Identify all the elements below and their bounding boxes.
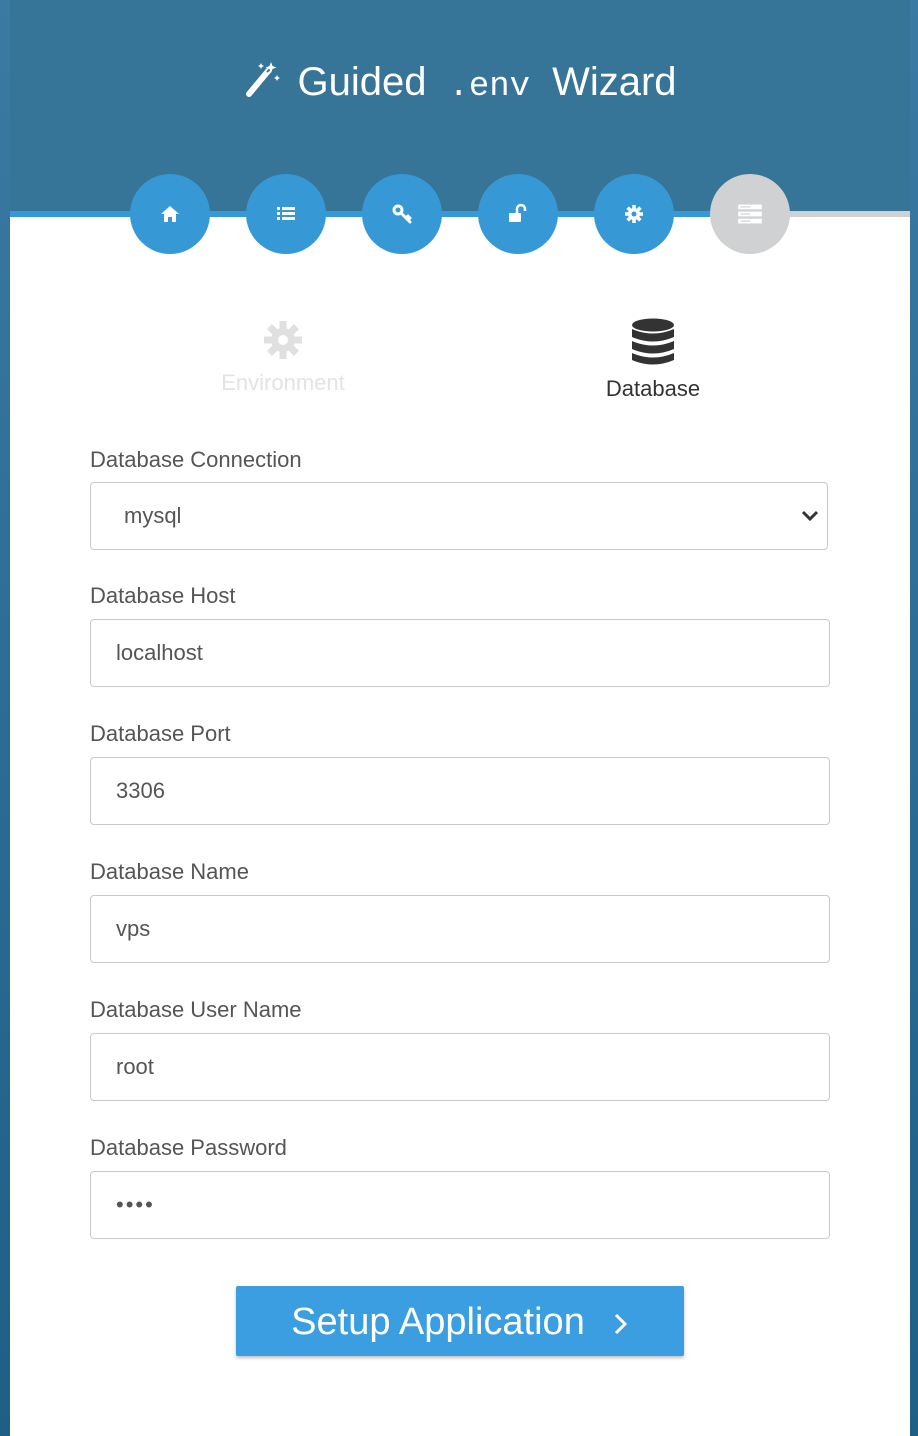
chevron-right-icon: [614, 1313, 627, 1335]
setup-application-button[interactable]: Setup Application: [236, 1286, 684, 1356]
connection-value: mysql: [124, 503, 182, 528]
tab-environment[interactable]: Environment: [153, 318, 413, 398]
step-database[interactable]: [710, 174, 790, 254]
tab-database[interactable]: Database: [523, 318, 783, 404]
step-requirements[interactable]: [246, 174, 326, 254]
dbname-value: vps: [116, 916, 151, 941]
wizard-title: Guided .env Wizard: [10, 58, 910, 111]
gear-icon: [264, 321, 302, 359]
title-env: .env: [448, 68, 531, 106]
title-wizard: Wizard: [552, 60, 677, 104]
magic-wand-icon: [246, 62, 281, 97]
wizard-card: Guided .env Wizard Environment Database …: [10, 0, 910, 1436]
dbname-input[interactable]: vps: [90, 895, 830, 963]
password-value: ••••: [116, 1192, 155, 1217]
step-settings[interactable]: [594, 174, 674, 254]
gear-icon: [625, 205, 643, 223]
connection-select[interactable]: mysql: [90, 482, 828, 550]
tab-database-label: Database: [605, 376, 701, 401]
host-input[interactable]: localhost: [90, 619, 830, 687]
chevron-down-icon: [801, 510, 819, 522]
page-background-right: [910, 0, 918, 1436]
list-icon: [277, 207, 295, 220]
database-icon: [632, 318, 674, 365]
username-label: Database User Name: [90, 997, 302, 1022]
connection-label: Database Connection: [90, 447, 302, 472]
port-label: Database Port: [90, 721, 231, 746]
dbname-label: Database Name: [90, 859, 249, 884]
server-icon: [738, 204, 762, 224]
home-icon: [161, 206, 179, 222]
title-guided: Guided: [297, 60, 427, 104]
username-input[interactable]: root: [90, 1033, 830, 1101]
key-icon: [392, 204, 412, 224]
password-input[interactable]: ••••: [90, 1171, 830, 1239]
username-value: root: [116, 1054, 154, 1079]
step-home[interactable]: [130, 174, 210, 254]
password-label: Database Password: [90, 1135, 287, 1160]
port-input[interactable]: 3306: [90, 757, 830, 825]
page-background: [0, 0, 10, 1436]
step-unlock[interactable]: [478, 174, 558, 254]
host-value: localhost: [116, 640, 203, 665]
step-permissions[interactable]: [362, 174, 442, 254]
setup-application-label: Setup Application: [291, 1301, 585, 1343]
tab-environment-label: Environment: [221, 370, 345, 395]
host-label: Database Host: [90, 583, 236, 608]
port-value: 3306: [116, 778, 165, 803]
unlock-icon: [509, 203, 527, 222]
